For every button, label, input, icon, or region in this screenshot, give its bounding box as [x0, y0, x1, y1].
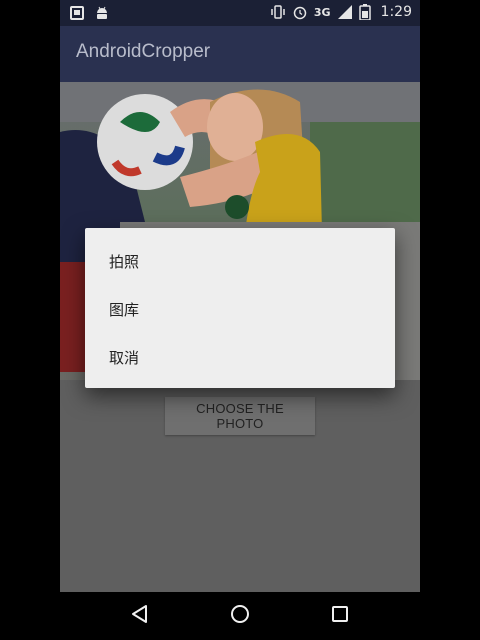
back-button[interactable] [110, 592, 170, 640]
alarm-icon [292, 4, 308, 20]
photo-source-dialog: 拍照 图库 取消 [85, 228, 395, 388]
navigation-bar [60, 592, 420, 640]
choose-photo-button[interactable]: CHOOSE THE PHOTO [165, 397, 315, 435]
app-title: AndroidCropper [76, 41, 211, 62]
signal-icon [337, 4, 353, 20]
android-icon [94, 5, 110, 21]
back-icon [130, 604, 150, 628]
recents-icon [331, 605, 349, 627]
status-bar: 3G 1:29 [60, 0, 420, 26]
dialog-item-gallery[interactable]: 图库 [85, 285, 395, 333]
dialog-item-take-photo[interactable]: 拍照 [85, 237, 395, 285]
battery-icon [358, 4, 375, 21]
app-bar: AndroidCropper [60, 26, 420, 82]
phone-screen: 3G 1:29 AndroidCropper CHOOSE THE PHOTO … [60, 0, 420, 640]
recents-button[interactable] [310, 592, 370, 640]
network-type-label: 3G [313, 5, 331, 19]
vibrate-icon [270, 4, 286, 20]
home-icon [230, 604, 250, 628]
dialog-item-cancel[interactable]: 取消 [85, 333, 395, 381]
notification-icon [70, 5, 86, 21]
home-button[interactable] [210, 592, 270, 640]
status-time: 1:29 [380, 4, 412, 20]
